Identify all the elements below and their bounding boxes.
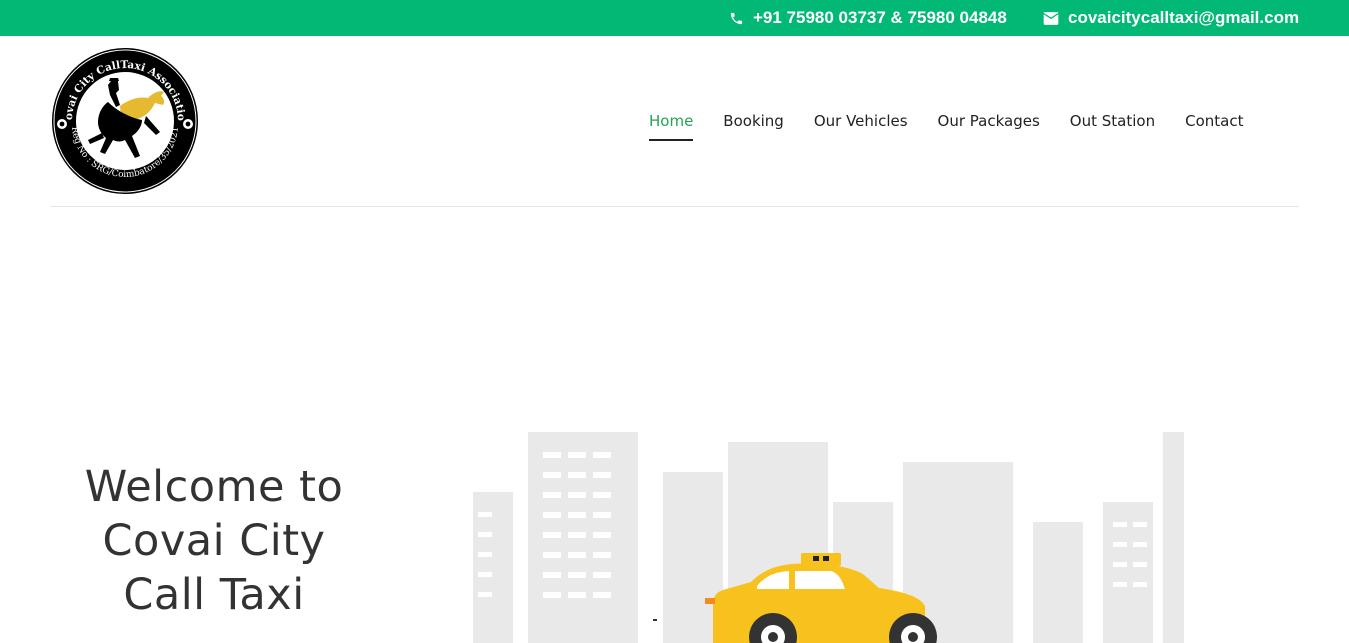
hero-title-line-2: Covai City: [102, 516, 326, 566]
hero-title-line-1: Welcome to: [84, 462, 344, 512]
nav-item-our-vehicles[interactable]: Our Vehicles: [799, 108, 923, 148]
phone-contact[interactable]: +91 75980 03737 & 75980 04848: [729, 0, 1007, 36]
envelope-icon: [1043, 11, 1059, 25]
phone-icon: [730, 12, 743, 24]
nav-item-our-packages[interactable]: Our Packages: [923, 108, 1055, 148]
nav-item-contact[interactable]: Contact: [1170, 108, 1258, 148]
hero-title-line-3: Call Taxi: [123, 570, 305, 620]
top-contact-bar: +91 75980 03737 & 75980 04848 covaicityc…: [0, 0, 1349, 36]
header-divider: [50, 206, 1299, 207]
site-logo[interactable]: Covai City CallTaxi Association Reg No :…: [46, 37, 200, 196]
hero-title: Welcome to Covai City Call Taxi: [54, 460, 374, 622]
nav-item-home[interactable]: Home: [634, 108, 708, 148]
main-nav: Home Booking Our Vehicles Our Packages O…: [634, 108, 1258, 148]
phone-text: +91 75980 03737 & 75980 04848: [753, 8, 1007, 27]
email-text: covaicitycalltaxi@gmail.com: [1068, 8, 1300, 27]
nav-item-booking[interactable]: Booking: [708, 108, 799, 148]
nav-item-out-station[interactable]: Out Station: [1055, 108, 1170, 148]
hero-taxi-illustration: [473, 432, 1184, 643]
email-contact[interactable]: covaicitycalltaxi@gmail.com: [1043, 0, 1299, 36]
